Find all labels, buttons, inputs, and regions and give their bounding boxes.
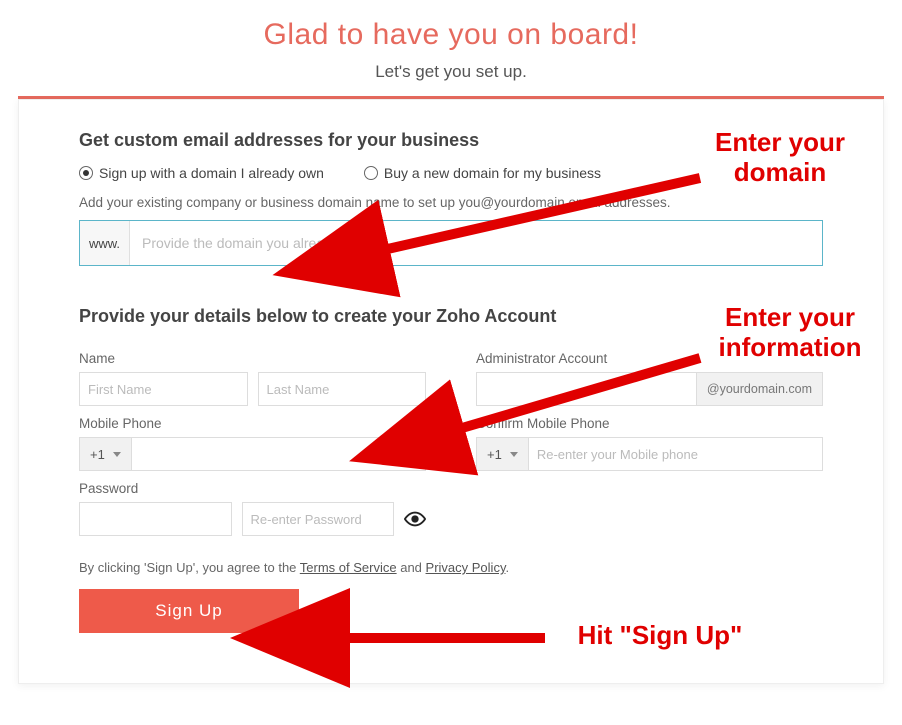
radio-icon	[364, 166, 378, 180]
label-name: Name	[79, 351, 426, 366]
terms-suffix: .	[505, 560, 509, 575]
domain-input-group: www.	[79, 220, 823, 266]
section-account-heading: Provide your details below to create you…	[79, 306, 823, 327]
radio-own-domain[interactable]: Sign up with a domain I already own	[79, 165, 324, 181]
terms-text: By clicking 'Sign Up', you agree to the …	[79, 560, 823, 575]
admin-suffix: @yourdomain.com	[697, 372, 823, 406]
radio-buy-domain[interactable]: Buy a new domain for my business	[364, 165, 601, 181]
domain-option-row: Sign up with a domain I already own Buy …	[79, 165, 823, 181]
chevron-down-icon	[113, 452, 121, 457]
domain-input[interactable]	[130, 221, 822, 265]
label-confirm-mobile: Confirm Mobile Phone	[476, 416, 823, 431]
radio-own-label: Sign up with a domain I already own	[99, 165, 324, 181]
password-input[interactable]	[79, 502, 232, 536]
terms-of-service-link[interactable]: Terms of Service	[300, 560, 397, 575]
radio-icon	[79, 166, 93, 180]
first-name-input[interactable]	[79, 372, 248, 406]
phone-code-select[interactable]: +1	[79, 437, 131, 471]
confirm-password-input[interactable]	[242, 502, 395, 536]
label-admin: Administrator Account	[476, 351, 823, 366]
confirm-phone-code-select[interactable]: +1	[476, 437, 528, 471]
domain-helper-text: Add your existing company or business do…	[79, 195, 823, 210]
terms-prefix: By clicking 'Sign Up', you agree to the	[79, 560, 300, 575]
chevron-down-icon	[510, 452, 518, 457]
last-name-input[interactable]	[258, 372, 427, 406]
label-mobile: Mobile Phone	[79, 416, 426, 431]
page-title: Glad to have you on board!	[0, 18, 902, 52]
privacy-policy-link[interactable]: Privacy Policy	[426, 560, 506, 575]
confirm-phone-code-value: +1	[487, 447, 502, 462]
mobile-input[interactable]	[131, 437, 426, 471]
label-password: Password	[79, 481, 426, 496]
domain-prefix: www.	[80, 221, 130, 265]
admin-account-input[interactable]	[476, 372, 697, 406]
page-subtitle: Let's get you set up.	[0, 62, 902, 82]
signup-card: Get custom email addresses for your busi…	[18, 99, 884, 684]
signup-button[interactable]: Sign Up	[79, 589, 299, 633]
phone-code-value: +1	[90, 447, 105, 462]
confirm-mobile-input[interactable]	[528, 437, 823, 471]
radio-buy-label: Buy a new domain for my business	[384, 165, 601, 181]
terms-mid: and	[397, 560, 426, 575]
section-domain-heading: Get custom email addresses for your busi…	[79, 130, 823, 151]
eye-icon[interactable]	[404, 507, 426, 531]
